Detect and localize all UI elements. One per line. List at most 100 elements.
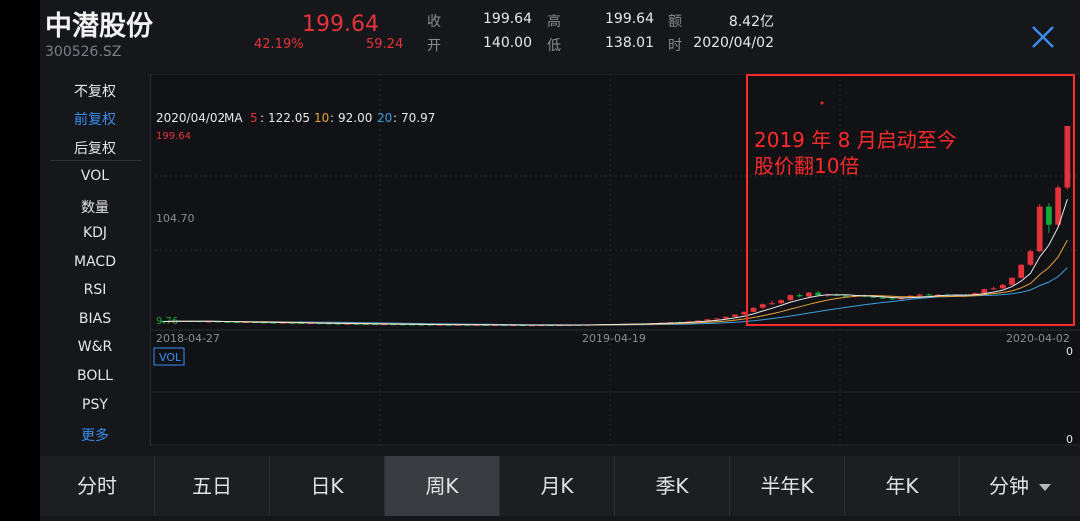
tab-monthly-k[interactable]: 月K (500, 456, 615, 516)
close-label: 收 (427, 14, 441, 30)
tab-half-year-k[interactable]: 半年K (730, 456, 845, 516)
close-icon[interactable] (1030, 24, 1056, 50)
candle (722, 316, 729, 319)
candle (842, 295, 849, 297)
low-label: 低 (547, 38, 561, 54)
candle (889, 298, 895, 300)
ma-legend-date: 2020/04/02 (156, 111, 225, 125)
ma20-value: 70.97 (401, 111, 435, 125)
menu-item-no-adjust[interactable]: 不复权 (40, 81, 150, 101)
period-tabs: 分时 五日 日K 周K 月K 季K 半年K 年K 分钟 (40, 456, 1080, 516)
candle (926, 294, 932, 296)
menu-item-backward-adjust[interactable]: 后复权 (40, 138, 150, 158)
vol-badge-label: VOL (159, 351, 182, 364)
dropdown-caret-icon (1039, 484, 1051, 491)
tab-label: 月K (540, 474, 574, 498)
screen-left-strip (0, 0, 40, 521)
candle (778, 300, 785, 304)
stock-app: 中潜股份 300526.SZ 199.64 42.19% 59.24 收 199… (40, 0, 1080, 521)
tab-label: 季K (655, 474, 689, 498)
close-value: 199.64 (483, 11, 532, 27)
candle (1018, 264, 1025, 278)
quote-header: 中潜股份 300526.SZ 199.64 42.19% 59.24 收 199… (40, 0, 1080, 70)
menu-item-wr[interactable]: W&R (40, 339, 150, 355)
tab-quarterly-k[interactable]: 季K (615, 456, 730, 516)
candle (1064, 126, 1071, 188)
open-value: 140.00 (483, 35, 532, 51)
tab-five-day[interactable]: 五日 (155, 456, 270, 516)
current-price: 199.64 (302, 12, 379, 37)
vol-axis-bottom: 0 (1066, 433, 1073, 446)
menu-item-kdj[interactable]: KDJ (40, 225, 150, 241)
menu-item-forward-adjust[interactable]: 前复权 (40, 109, 150, 129)
candle (787, 295, 794, 301)
menu-item-psy[interactable]: PSY (40, 397, 150, 413)
change-percent: 42.19% (254, 37, 304, 52)
ma5-label: 5 (250, 111, 258, 125)
candle (981, 289, 988, 294)
y-label-max: 199.64 (156, 131, 191, 142)
open-label: 开 (427, 38, 441, 54)
candle (916, 294, 923, 296)
tab-label: 周K (425, 474, 459, 498)
menu-item-rsi[interactable]: RSI (40, 282, 150, 298)
candle (1027, 251, 1034, 265)
x-tick-label: 2018-04-27 (156, 332, 220, 345)
candle (759, 304, 766, 308)
candle (1046, 206, 1052, 225)
candle (732, 314, 738, 317)
ma5-sep: : (260, 111, 264, 125)
ma20-sep: : (393, 111, 397, 125)
tab-label: 日K (310, 474, 344, 498)
ma10-label: 10 (314, 111, 329, 125)
annotation-line-2: 股价翻10倍 (754, 154, 859, 178)
ma10-sep: : (330, 111, 334, 125)
candle (1055, 187, 1062, 225)
menu-item-more[interactable]: 更多 (40, 425, 150, 445)
candle (796, 295, 803, 297)
menu-divider (50, 160, 142, 161)
ma-legend-label: MA (224, 111, 243, 125)
change-amount: 59.24 (366, 37, 404, 52)
candle (806, 292, 812, 297)
amount-value: 8.42亿 (728, 14, 774, 30)
time-value: 2020/04/02 (693, 35, 774, 51)
ma10-value: 92.00 (338, 111, 372, 125)
tab-weekly-k[interactable]: 周K (385, 456, 500, 516)
tab-daily-k[interactable]: 日K (270, 456, 385, 516)
candle (999, 284, 1006, 289)
tab-label: 半年K (760, 474, 814, 498)
candle (990, 288, 997, 290)
tab-yearly-k[interactable]: 年K (845, 456, 960, 516)
menu-item-quantity[interactable]: 数量 (40, 197, 150, 217)
candle (704, 319, 711, 321)
menu-item-bias[interactable]: BIAS (40, 311, 150, 327)
menu-item-boll[interactable]: BOLL (40, 368, 150, 384)
menu-item-vol[interactable]: VOL (40, 168, 150, 184)
stock-code: 300526.SZ (45, 44, 122, 60)
y-label-mid: 104.70 (156, 212, 195, 225)
candle (1009, 277, 1015, 285)
candle (713, 318, 720, 320)
tab-label: 五日 (192, 474, 232, 498)
x-tick-label: 2019-04-19 (582, 332, 646, 345)
tab-intraday[interactable]: 分时 (40, 456, 155, 516)
low-value: 138.01 (605, 35, 654, 51)
annotation-line-1: 2019 年 8 月启动至今 (754, 128, 957, 152)
amount-label: 额 (668, 14, 682, 30)
ma5-value: 122.05 (268, 111, 310, 125)
time-label: 时 (668, 38, 682, 54)
tab-label: 年K (885, 474, 919, 498)
high-label: 高 (547, 14, 561, 30)
vol-axis-top: 0 (1066, 345, 1073, 358)
tab-label: 分时 (77, 474, 117, 498)
kline-chart[interactable]: 2020/04/02 MA 5 : 122.05 10 : 92.00 20 :… (150, 74, 1080, 446)
candle (769, 303, 775, 305)
menu-item-macd[interactable]: MACD (40, 254, 150, 270)
tab-minute[interactable]: 分钟 (960, 456, 1080, 516)
x-tick-label: 2020-04-02 (1006, 332, 1070, 345)
annotation-dot (820, 101, 824, 105)
stock-name: 中潜股份 (45, 11, 153, 42)
high-value: 199.64 (605, 11, 654, 27)
ma20-label: 20 (377, 111, 392, 125)
